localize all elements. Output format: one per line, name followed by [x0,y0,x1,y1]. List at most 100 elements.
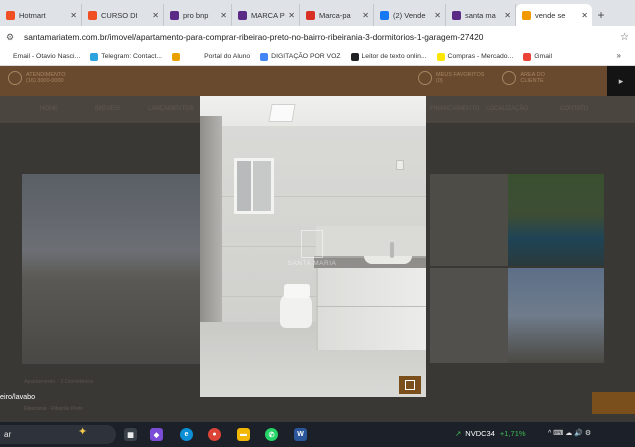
tab-1[interactable]: CURSO DI ✕ [82,4,164,26]
edge-icon[interactable]: e [180,428,193,441]
tab-0[interactable]: Hotmart ✕ [0,4,82,26]
bookmark-label: Portal do Aluno [204,53,251,60]
new-tab-button[interactable]: + [592,4,610,26]
gallery-photo-tower[interactable] [508,268,604,363]
tab-title: vende se [535,10,566,20]
favorites-line2: (0) [436,78,443,84]
fire-icon [88,10,97,20]
bookmark-item[interactable]: Compras - Mercado... [436,52,514,61]
bathroom-window [234,158,274,214]
tab-6[interactable]: santa ma ✕ [446,4,516,26]
tab-title: Marca-pa [319,10,351,20]
bookmarks-bar: Email - Otavio Nasci... Telegram: Contact… [0,48,635,66]
bookmark-icon [523,52,532,61]
phone-icon [8,71,22,85]
tab-4[interactable]: Marca-pa ✕ [300,4,374,26]
favorites-link[interactable]: MEUS FAVORITOS (0) [418,71,484,85]
chrome-icon[interactable]: ● [208,428,221,441]
close-icon[interactable]: ✕ [581,11,588,20]
bookmarks-more-button[interactable]: » [617,51,621,60]
close-icon[interactable]: ✕ [288,11,295,20]
tab-2[interactable]: pro bnp ✕ [164,4,232,26]
contact-button[interactable] [592,392,635,414]
w-icon [238,10,247,20]
stock-symbol: NVDC34 [465,429,495,438]
taskbar: ar ✦ ▦ ◆ e ● ▬ ✆ W ↗ NVDC34 +1,71% ^ ⌨ ☁… [0,422,635,447]
task-view-icon[interactable]: ▦ [124,428,137,441]
nav-lancamentos[interactable]: LANÇAMENTOS [148,106,194,112]
stock-widget[interactable]: ↗ NVDC34 +1,71% [455,429,526,438]
tab-strip: Hotmart ✕ CURSO DI ✕ pro bnp ✕ MARCA P ✕ Marca-p… [0,0,635,26]
bookmark-item[interactable]: Telegram: Contact... [90,52,163,61]
nav-localizacao[interactable]: LOCALIZAÇÃO [486,106,528,112]
close-icon[interactable]: ✕ [434,11,441,20]
bookmark-icon [172,52,181,61]
gallery-photo-2[interactable] [430,268,508,363]
taskbar-search[interactable]: ar ✦ [0,425,116,444]
bookmark-item[interactable]: Gmail [523,52,552,61]
tab-5[interactable]: (2) Vende ✕ [374,4,446,26]
bookmark-label: Email - Otavio Nasci... [13,53,81,60]
gallery-photo-1[interactable] [430,174,508,266]
bookmark-icon [2,52,10,61]
tab-title: Hotmart [19,10,46,20]
gallery-photo-pool[interactable] [508,174,604,266]
nav-contato[interactable]: CONTATO [560,106,588,112]
tab-7[interactable]: vende se ✕ [516,4,592,26]
w-icon [452,10,461,20]
close-icon[interactable]: ✕ [504,11,511,20]
client-area-link[interactable]: ÁREA DO CLIENTE [502,71,545,85]
close-icon[interactable]: ✕ [70,11,77,20]
header-contact-line2: (16) 3000-0000 [26,78,64,84]
bookmark-item[interactable]: Leitor de texto onlin... [350,52,427,61]
cabinet-divider [316,306,426,307]
nav-financiamento[interactable]: FINANCIAMENTO [430,106,480,112]
close-icon[interactable]: ✕ [152,11,159,20]
bookmark-star-icon[interactable]: ☆ [620,32,629,43]
system-tray[interactable]: ^ ⌨ ☁ 🔊 ⚙ [548,429,591,437]
bookmark-item[interactable]: Email - Otavio Nasci... [2,52,81,61]
trend-up-icon: ↗ [455,429,462,438]
close-icon[interactable]: ✕ [362,11,369,20]
cross-icon [306,10,315,20]
watermark-mark [301,230,323,258]
tab-3[interactable]: MARCA P ✕ [232,4,300,26]
close-icon[interactable]: ✕ [220,11,227,20]
lightbox-caption: eiro/lavabo [0,392,36,401]
listing-subcaption: Ribeirânia · Ribeirão Preto [24,406,83,412]
watermark-text: SANTA MARIA [287,260,337,267]
gallery-photo-building[interactable] [22,174,200,364]
site-settings-icon[interactable]: ⚙ [6,32,24,43]
heart-icon [418,71,432,85]
bookmark-icon [350,52,359,61]
bookmark-item[interactable]: DIGITAÇÃO POR VOZ [260,52,341,61]
header-contact[interactable]: ATENDIMENTO (16) 3000-0000 [8,71,66,85]
word-icon[interactable]: W [294,428,307,441]
tab-title: CURSO DI [101,10,138,20]
bookmark-icon [260,52,269,61]
address-bar[interactable]: ⚙ santamariatem.com.br/imovel/apartament… [0,26,635,48]
file-explorer-icon[interactable]: ▬ [237,428,250,441]
bookmark-label: Telegram: Contact... [101,53,163,60]
bookmark-label: Compras - Mercado... [447,53,514,60]
lightbox-next-button[interactable]: ▸ [607,66,635,96]
copilot-icon[interactable]: ◆ [150,428,163,441]
light-switch [396,160,404,170]
client-area-line2: CLIENTE [520,78,544,84]
user-icon [502,71,517,85]
site-header: ATENDIMENTO (16) 3000-0000 MEUS FAVORITO… [0,66,635,96]
url-text[interactable]: santamariatem.com.br/imovel/apartamento-… [24,32,620,42]
nav-home[interactable]: HOME [40,106,58,112]
nav-imoveis[interactable]: IMÓVEIS [95,106,120,112]
whatsapp-icon[interactable]: ✆ [265,428,278,441]
bookmark-label: Leitor de texto onlin... [361,53,427,60]
header-user-area: MEUS FAVORITOS (0) ÁREA DO CLIENTE [418,71,563,85]
bookmark-item[interactable]: Portal do Aluno [193,52,251,61]
faucet [390,242,394,258]
bookmark-item[interactable] [172,52,183,61]
sink [364,256,412,264]
tab-title: MARCA P [251,10,285,20]
facebook-icon [380,10,389,20]
lightbox-photo-bathroom[interactable]: SANTA MARIA [200,96,426,397]
brand-logo-icon [399,376,421,394]
